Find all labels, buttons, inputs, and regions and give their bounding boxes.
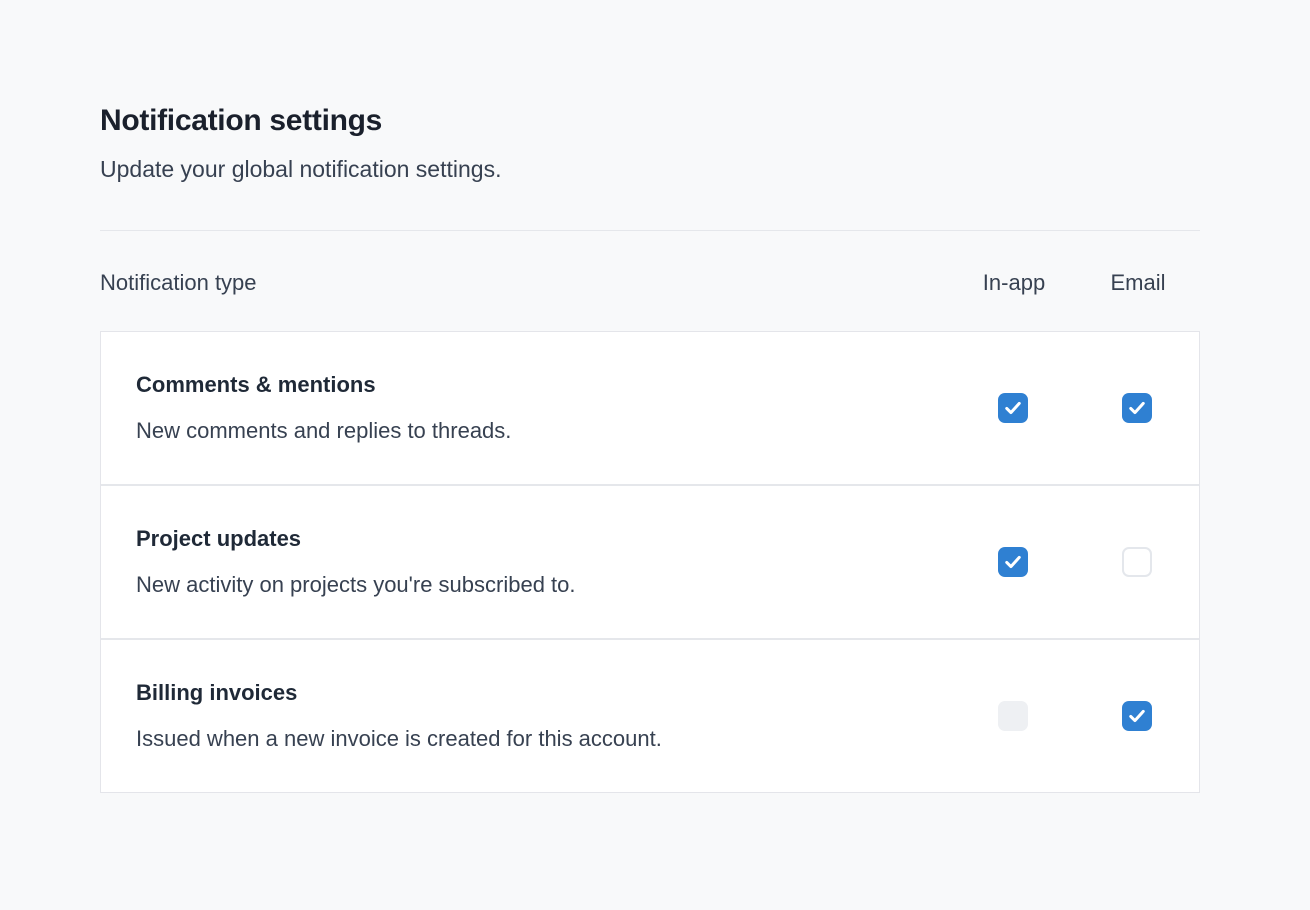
page-subtitle: Update your global notification settings… [100,155,1200,185]
table-row-project-updates: Project updates New activity on projects… [101,484,1199,638]
email-cell [1075,547,1199,577]
checkbox-projects-in-app[interactable] [998,547,1028,577]
checkbox-comments-email[interactable] [1122,393,1152,423]
row-description: New comments and replies to threads. [136,417,951,445]
in-app-cell [951,547,1075,577]
in-app-cell [951,393,1075,423]
table-row-comments-mentions: Comments & mentions New comments and rep… [101,332,1199,484]
column-header-in-app: In-app [952,270,1076,296]
check-icon [1003,398,1023,418]
row-description: Issued when a new invoice is created for… [136,725,951,753]
checkbox-billing-email[interactable] [1122,701,1152,731]
table-row-billing-invoices: Billing invoices Issued when a new invoi… [101,638,1199,792]
checkbox-projects-email[interactable] [1122,547,1152,577]
check-icon [1003,552,1023,572]
row-title: Billing invoices [136,679,951,707]
notification-settings-page: Notification settings Update your global… [100,0,1200,793]
row-title: Project updates [136,525,951,553]
row-text: Comments & mentions New comments and rep… [101,371,951,445]
notification-settings-card: Comments & mentions New comments and rep… [100,331,1200,793]
table-header: Notification type In-app Email [100,270,1200,296]
row-title: Comments & mentions [136,371,951,399]
check-icon [1127,706,1147,726]
section-divider [100,230,1200,231]
checkbox-comments-in-app[interactable] [998,393,1028,423]
column-header-notification-type: Notification type [100,270,952,296]
check-icon [1127,398,1147,418]
row-text: Billing invoices Issued when a new invoi… [101,679,951,753]
email-cell [1075,701,1199,731]
column-header-email: Email [1076,270,1200,296]
row-description: New activity on projects you're subscrib… [136,571,951,599]
email-cell [1075,393,1199,423]
row-text: Project updates New activity on projects… [101,525,951,599]
checkbox-billing-in-app-disabled [998,701,1028,731]
in-app-cell [951,701,1075,731]
page-title: Notification settings [100,103,1200,139]
